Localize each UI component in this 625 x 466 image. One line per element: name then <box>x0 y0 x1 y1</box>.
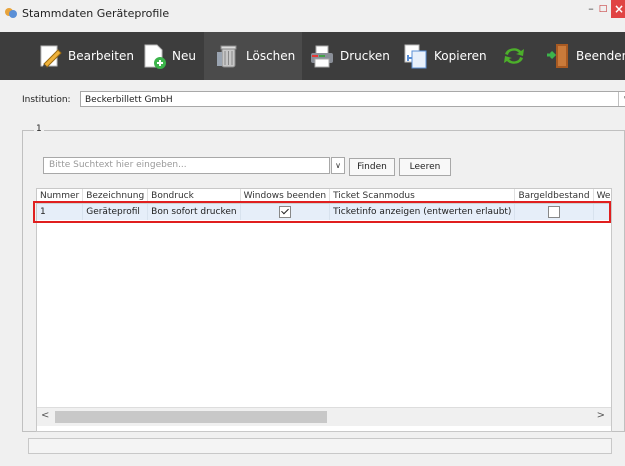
col-header-bondruck[interactable]: Bondruck <box>147 189 241 204</box>
cell-bargeldbestand <box>514 203 594 220</box>
cell-nummer: 1 <box>37 203 84 220</box>
new-button[interactable]: Neu <box>140 32 196 80</box>
find-button[interactable]: Finden <box>349 158 395 176</box>
maximize-button[interactable]: □ <box>596 2 610 16</box>
app-icon <box>5 8 17 18</box>
title-bar: Stammdaten Geräteprofile – □ × <box>0 0 625 32</box>
exit-door-icon <box>547 44 568 68</box>
delete-button[interactable]: Löschen <box>204 32 302 80</box>
scroll-thumb[interactable] <box>55 411 327 423</box>
copy-icon <box>404 44 427 69</box>
table-row[interactable]: 1 Geräteprofil Bon sofort drucken Ticket… <box>37 203 611 220</box>
status-bar <box>28 438 612 454</box>
col-header-bargeldbestand[interactable]: Bargeldbestand <box>514 189 594 204</box>
cell-wechsel <box>593 203 611 220</box>
exit-button[interactable]: Beenden <box>544 32 625 80</box>
scroll-left-icon[interactable]: < <box>41 410 49 421</box>
col-header-ticket-scanmodus[interactable]: Ticket Scanmodus <box>329 189 516 204</box>
copy-button[interactable]: Kopieren <box>402 32 487 80</box>
cell-ticket-scanmodus: Ticketinfo anzeigen (entwerten erlaubt) <box>329 203 516 220</box>
institution-value: Beckerbillett GmbH <box>85 95 173 105</box>
grid-table: Nummer Bezeichnung Bondruck Windows been… <box>37 189 611 220</box>
printer-icon <box>311 45 333 68</box>
col-header-bezeichnung[interactable]: Bezeichnung <box>82 189 149 204</box>
print-button[interactable]: Drucken <box>308 32 390 80</box>
cell-bondruck: Bon sofort drucken <box>147 203 241 220</box>
close-button[interactable]: × <box>611 0 625 18</box>
edit-button[interactable]: Bearbeiten <box>36 32 134 80</box>
institution-select[interactable]: Beckerbillett GmbH ∨ <box>80 91 625 107</box>
print-label: Drucken <box>340 49 390 63</box>
data-grid[interactable]: Nummer Bezeichnung Bondruck Windows been… <box>36 188 612 432</box>
clear-button[interactable]: Leeren <box>399 158 451 176</box>
search-dropdown-icon[interactable]: ∨ <box>331 157 345 174</box>
cell-windows-beenden <box>240 203 331 220</box>
new-label: Neu <box>172 49 196 63</box>
exit-label: Beenden <box>576 49 625 63</box>
col-header-wechsel[interactable]: Wechse <box>593 189 611 204</box>
col-header-nummer[interactable]: Nummer <box>37 189 84 204</box>
cell-bezeichnung: Geräteprofil <box>82 203 149 220</box>
pencil-icon <box>40 45 62 68</box>
refresh-button[interactable] <box>500 32 532 80</box>
institution-label: Institution: <box>22 95 71 105</box>
edit-label: Bearbeiten <box>68 49 134 63</box>
refresh-icon <box>504 48 524 64</box>
new-document-icon <box>144 44 166 69</box>
col-header-windows-beenden[interactable]: Windows beenden <box>240 189 331 204</box>
institution-row: Institution: Beckerbillett GmbH ∨ <box>22 91 625 109</box>
search-input[interactable]: Bitte Suchtext hier eingeben... <box>43 157 330 174</box>
copy-label: Kopieren <box>434 49 487 63</box>
group-legend: 1 <box>34 124 44 134</box>
grid-header-row: Nummer Bezeichnung Bondruck Windows been… <box>37 189 611 204</box>
horizontal-scrollbar[interactable]: < > <box>37 407 611 426</box>
trash-icon <box>217 45 237 68</box>
window-title: Stammdaten Geräteprofile <box>22 6 170 20</box>
windows-beenden-checkbox[interactable] <box>278 206 291 218</box>
chevron-down-icon[interactable]: ∨ <box>618 92 625 106</box>
scroll-right-icon[interactable]: > <box>597 410 605 421</box>
toolbar: Bearbeiten Neu Löschen Drucken Kopieren … <box>0 32 625 80</box>
bargeldbestand-checkbox[interactable] <box>548 206 560 218</box>
delete-label: Löschen <box>246 49 296 63</box>
